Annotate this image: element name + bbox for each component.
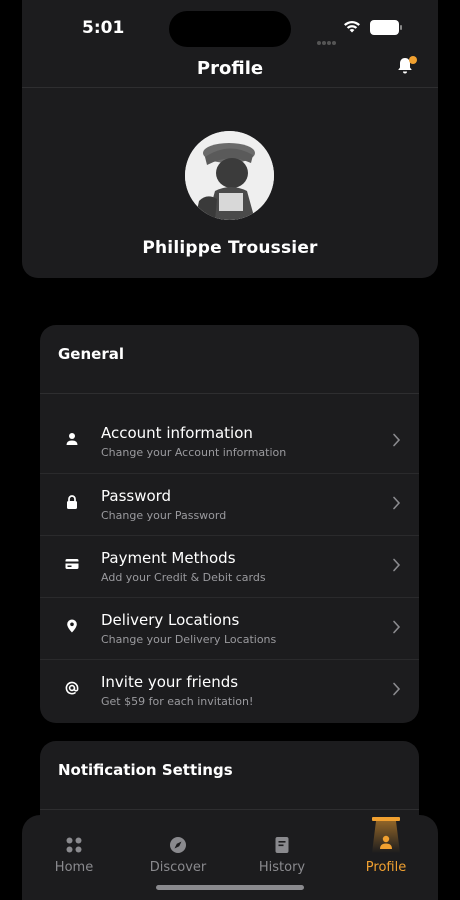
tab-profile[interactable]: Profile xyxy=(334,815,438,885)
menu-item-delivery-locations[interactable]: Delivery Locations Change your Delivery … xyxy=(40,597,419,659)
general-section-title: General xyxy=(58,345,124,363)
home-grid-icon xyxy=(66,837,82,853)
profile-header-panel: 5:01 Profile Philippe Troussier xyxy=(22,0,438,278)
notification-settings-title: Notification Settings xyxy=(58,761,233,779)
home-indicator xyxy=(156,885,304,890)
profile-icon xyxy=(372,817,400,853)
profile-name: Philippe Troussier xyxy=(142,238,318,258)
compass-icon xyxy=(170,837,186,853)
menu-item-label: Account information xyxy=(101,424,253,442)
tab-label: History xyxy=(258,860,306,875)
chevron-right-icon xyxy=(393,620,401,634)
general-menu-list: Account information Change your Account … xyxy=(40,411,419,721)
location-pin-icon xyxy=(67,619,77,633)
chevron-right-icon xyxy=(393,433,401,447)
dynamic-island xyxy=(169,11,291,47)
section-divider xyxy=(40,809,419,810)
lock-icon xyxy=(67,495,77,509)
person-icon xyxy=(66,433,78,445)
chevron-right-icon xyxy=(393,682,401,696)
chevron-right-icon xyxy=(393,496,401,510)
notification-badge xyxy=(409,56,417,64)
menu-item-password[interactable]: Password Change your Password xyxy=(40,473,419,535)
notifications-button[interactable] xyxy=(395,56,417,78)
header-divider xyxy=(22,87,438,88)
wifi-icon xyxy=(344,21,360,33)
tab-home[interactable]: Home xyxy=(22,815,126,885)
history-icon xyxy=(275,837,289,853)
battery-icon xyxy=(370,20,402,35)
avatar-photo xyxy=(185,131,274,220)
avatar[interactable] xyxy=(185,131,274,220)
menu-item-payment-methods[interactable]: Payment Methods Add your Credit & Debit … xyxy=(40,535,419,597)
page-title: Profile xyxy=(196,58,264,79)
menu-item-invite-friends[interactable]: Invite your friends Get $59 for each inv… xyxy=(40,659,419,721)
menu-item-subtitle: Add your Credit & Debit cards xyxy=(101,571,266,584)
bottom-tab-bar: Home Discover History Profile xyxy=(22,815,438,900)
tab-label: Profile xyxy=(365,860,407,875)
status-bar: 5:01 xyxy=(22,0,438,56)
at-sign-icon xyxy=(65,681,79,695)
menu-item-label: Password xyxy=(101,487,172,505)
tab-label: Discover xyxy=(149,860,207,875)
menu-item-account-information[interactable]: Account information Change your Account … xyxy=(40,411,419,473)
credit-card-icon xyxy=(65,559,79,569)
menu-item-subtitle: Change your Account information xyxy=(101,446,287,459)
section-divider xyxy=(40,393,419,394)
tab-discover[interactable]: Discover xyxy=(126,815,230,885)
menu-item-subtitle: Get $59 for each invitation! xyxy=(101,695,254,708)
cellular-signal-icon xyxy=(317,30,339,45)
menu-item-label: Payment Methods xyxy=(101,549,236,567)
menu-item-label: Invite your friends xyxy=(101,673,239,691)
status-time: 5:01 xyxy=(82,18,125,38)
menu-item-subtitle: Change your Password xyxy=(101,509,227,522)
chevron-right-icon xyxy=(393,558,401,572)
menu-item-label: Delivery Locations xyxy=(101,611,240,629)
general-settings-card: General Account information Change your … xyxy=(40,325,419,723)
tab-history[interactable]: History xyxy=(230,815,334,885)
menu-item-subtitle: Change your Delivery Locations xyxy=(101,633,277,646)
tab-label: Home xyxy=(54,860,94,875)
